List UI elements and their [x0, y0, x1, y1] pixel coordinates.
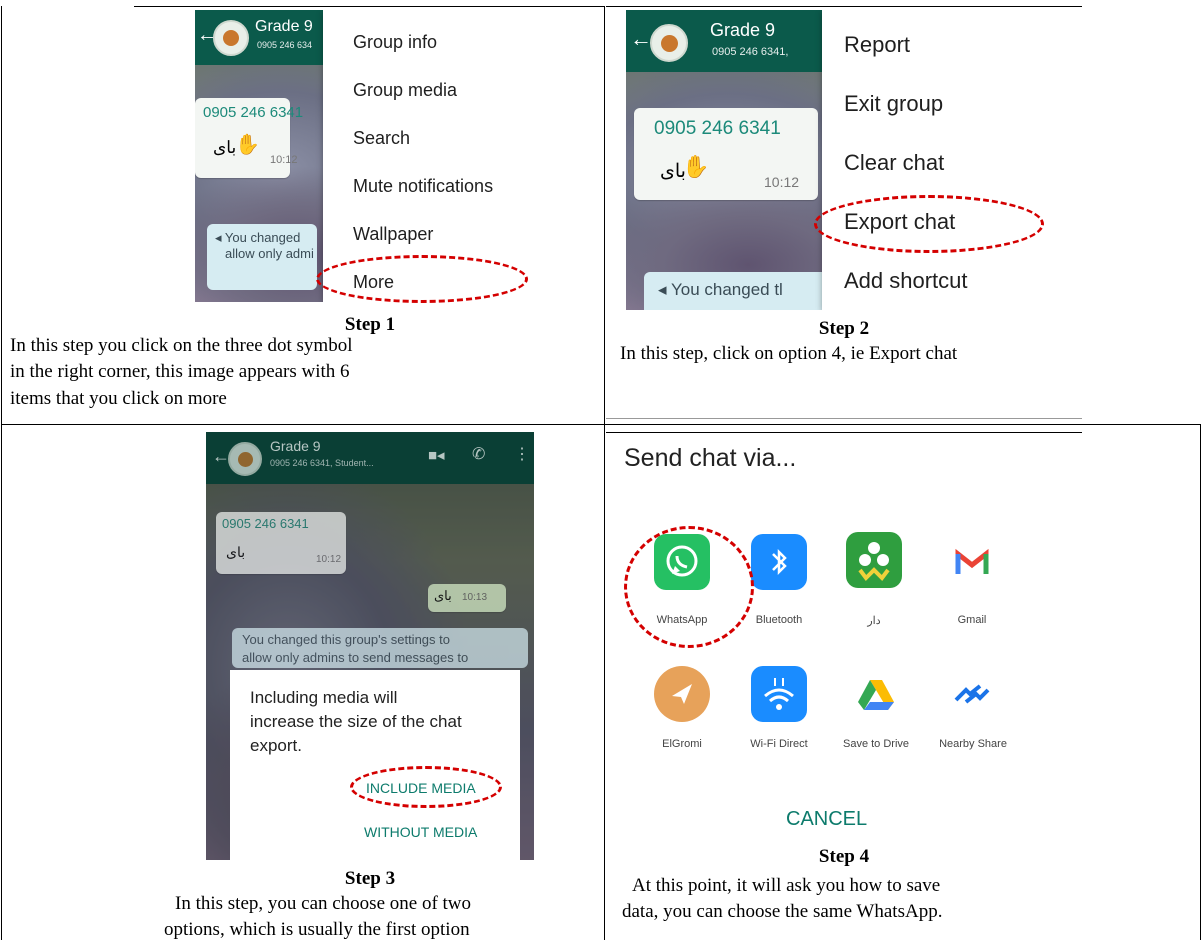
- raised-hand-icon: ✋: [235, 134, 260, 156]
- chat-title: Grade 9: [255, 18, 313, 35]
- outgoing-text: بای: [434, 588, 452, 603]
- step3-text-1: In this step, you can choose one of two: [175, 893, 472, 914]
- group-avatar: [228, 442, 262, 476]
- menu-group-info[interactable]: Group info: [323, 32, 540, 53]
- step1-text-1: In this step you click on the three dot …: [10, 335, 353, 356]
- chat-app-bar: ← Grade 9 0905 246 6341, Student... ■◂ ✆…: [206, 432, 534, 484]
- menu-search[interactable]: Search: [323, 128, 540, 149]
- group-avatar: [213, 20, 249, 56]
- message-bubble: 0905 246 6341 بای 10:12: [216, 512, 346, 574]
- step3-text-2: options, which is usually the first opti…: [164, 919, 470, 940]
- step1-text-2: in the right corner, this image appears …: [10, 361, 350, 382]
- cell2-inner-line: [606, 432, 1082, 433]
- share-sheet-title: Send chat via...: [624, 444, 797, 472]
- nearby-share-label: Nearby Share: [939, 738, 1007, 750]
- menu-mute-notifications[interactable]: Mute notifications: [323, 176, 540, 197]
- elgromi-icon[interactable]: [654, 666, 710, 722]
- speaker-icon: ◂: [658, 280, 667, 299]
- system-message: You changed this group's settings to all…: [232, 628, 528, 668]
- bluetooth-icon[interactable]: [751, 534, 807, 590]
- drive-label: Save to Drive: [842, 738, 910, 750]
- highlight-export-chat: [814, 195, 1044, 253]
- menu-add-shortcut[interactable]: Add shortcut: [822, 268, 1034, 294]
- message-text: بای: [213, 138, 237, 157]
- drive-icon[interactable]: [848, 666, 904, 722]
- step4-title: Step 4: [818, 846, 870, 867]
- step4-text-1: At this point, it will ask you how to sa…: [632, 875, 941, 896]
- video-call-icon[interactable]: ■◂: [428, 446, 445, 464]
- group-avatar: [650, 24, 688, 62]
- message-bubble: 0905 246 6341 بای ✋ 10:12: [195, 98, 303, 178]
- menu-wallpaper[interactable]: Wallpaper: [323, 224, 540, 245]
- elgromi-label: ElGromi: [662, 738, 702, 750]
- table-top-border-right: [606, 6, 1082, 7]
- menu-exit-group[interactable]: Exit group: [822, 91, 1034, 117]
- cancel-button[interactable]: CANCEL: [786, 808, 867, 831]
- system-line2: allow only admi: [225, 246, 314, 261]
- cell2-inner-line-top: [606, 418, 1082, 419]
- message-text: بای: [226, 544, 246, 560]
- step2-text: In this step, click on option 4, ie Expo…: [620, 343, 958, 364]
- system-message: ◂ You changed allow only admi th: [207, 224, 338, 290]
- outgoing-time: 10:13: [462, 592, 488, 603]
- table-left-border: [1, 6, 2, 940]
- chat-subtitle: 0905 246 6341,: [712, 46, 789, 58]
- message-sender: 0905 246 6341: [222, 516, 309, 531]
- menu-group-media[interactable]: Group media: [323, 80, 540, 101]
- system-line1: You changed tl: [670, 280, 783, 299]
- app-icon[interactable]: [846, 532, 902, 588]
- system-line1: You changed: [224, 230, 301, 245]
- step2-title: Step 2: [818, 318, 870, 339]
- system-line2: allow only admins to send messages to: [242, 650, 469, 665]
- system-message: ◂ You changed tl: [644, 272, 844, 310]
- message-sender: 0905 246 6341: [203, 104, 304, 121]
- table-right-border-top: [1200, 424, 1201, 940]
- chat-subtitle: 0905 246 634: [257, 40, 313, 50]
- outgoing-bubble: بای 10:13: [428, 584, 506, 612]
- message-sender: 0905 246 6341: [654, 118, 781, 139]
- table-top-border-left: [134, 6, 604, 7]
- chat-subtitle: 0905 246 6341, Student...: [270, 458, 374, 468]
- raised-hand-icon: ✋: [682, 154, 710, 179]
- dialog-text-2: increase the size of the chat: [250, 712, 462, 731]
- speaker-icon: ◂: [215, 230, 222, 245]
- table-center-divider: [604, 6, 605, 940]
- chat-title: Grade 9: [270, 438, 321, 454]
- step4-text-2: data, you can choose the same WhatsApp.: [622, 901, 943, 922]
- app-label: دار: [867, 615, 881, 627]
- back-arrow-icon[interactable]: ←: [630, 26, 652, 52]
- menu-clear-chat[interactable]: Clear chat: [822, 150, 1034, 176]
- phone-icon[interactable]: ✆: [472, 444, 485, 464]
- highlight-whatsapp: [624, 526, 754, 648]
- without-media-button[interactable]: WITHOUT MEDIA: [364, 824, 477, 840]
- gmail-label: Gmail: [957, 614, 987, 626]
- message-time: 10:12: [316, 554, 342, 565]
- message-bubble: 0905 246 6341 بای ✋ 10:12: [634, 108, 818, 200]
- wifi-direct-icon[interactable]: [751, 666, 807, 722]
- wifi-direct-label: Wi-Fi Direct: [750, 738, 808, 750]
- message-time: 10:12: [270, 154, 298, 166]
- highlight-include-media: [350, 766, 502, 808]
- more-options-icon[interactable]: ⋮: [514, 444, 530, 464]
- step1-text-3: items that you click on more: [10, 388, 227, 409]
- dialog-text-3: export.: [250, 736, 302, 755]
- highlight-more: [316, 255, 528, 303]
- overflow-menu: Report Exit group Clear chat Export chat…: [822, 10, 1034, 310]
- table-row-divider: [1, 424, 1201, 425]
- chat-title: Grade 9: [710, 20, 776, 40]
- nearby-share-icon[interactable]: [944, 666, 1000, 722]
- step2-screenshot: ← Grade 9 0905 246 6341, 0905 246 6341 ب…: [626, 10, 1034, 310]
- dialog-text-1: Including media will: [250, 688, 398, 707]
- gmail-icon[interactable]: [944, 534, 1000, 590]
- export-dialog: Including media will increase the size o…: [230, 670, 520, 860]
- step3-title: Step 3: [344, 868, 396, 889]
- message-time: 10:12: [764, 174, 800, 190]
- system-line1: You changed this group's settings to: [242, 632, 450, 647]
- menu-report[interactable]: Report: [822, 32, 1034, 58]
